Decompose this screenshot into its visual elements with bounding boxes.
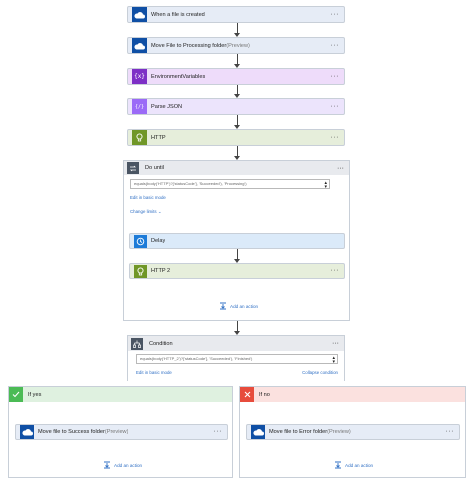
action-title: Move File to Processing folder(Preview) (151, 43, 250, 49)
if-yes-branch: If yes Move file to Success folder(Previ… (8, 386, 233, 478)
connector-arrow (234, 249, 240, 263)
if-yes-title: If yes (28, 391, 42, 398)
add-action-label: Add an action (345, 462, 374, 468)
add-action-label: Add an action (114, 462, 143, 468)
globe-icon (132, 130, 147, 145)
action-card-http[interactable]: HTTP ··· (127, 129, 345, 146)
action-title: HTTP 2 (151, 268, 171, 274)
cloud-icon (20, 425, 34, 439)
action-card-http-2[interactable]: HTTP 2 ··· (129, 263, 345, 279)
cloud-icon (132, 38, 147, 53)
add-action-icon (334, 461, 342, 469)
more-options-button[interactable]: ··· (214, 428, 223, 435)
action-card-delay[interactable]: Delay (129, 233, 345, 249)
action-title: EnvironmentVariables (151, 73, 206, 80)
do-until-container: Do until ··· equals(body('HTTP')?['statu… (123, 160, 350, 321)
action-card-move-to-success[interactable]: Move file to Success folder(Preview) ··· (15, 424, 228, 440)
if-yes-header[interactable]: If yes (9, 387, 232, 402)
if-no-title: If no (259, 391, 270, 398)
action-card-environment-variables[interactable]: {x} EnvironmentVariables ··· (127, 68, 345, 85)
globe-icon (134, 264, 147, 278)
add-action-label: Add an action (230, 303, 259, 309)
chevron-down-icon: ⌄ (157, 209, 162, 214)
loop-icon (127, 162, 139, 174)
condition-header[interactable]: Condition ··· (128, 336, 344, 351)
add-action-icon (103, 461, 111, 469)
more-options-button[interactable]: ··· (331, 267, 340, 274)
action-title: Move file to Success folder(Preview) (38, 429, 128, 435)
more-options-button[interactable]: ··· (446, 428, 455, 435)
cloud-icon (132, 7, 147, 22)
add-action-button[interactable]: Add an action (219, 302, 258, 310)
trigger-title: When a file is created (151, 11, 205, 18)
more-options-button[interactable]: ··· (337, 165, 344, 172)
trigger-card-when-file-created[interactable]: When a file is created ··· (127, 6, 345, 23)
more-options-button[interactable]: ··· (332, 340, 339, 347)
preview-tag: (Preview) (327, 429, 351, 435)
more-options-button[interactable]: ··· (331, 134, 340, 141)
action-title-text: Move File to Processing folder (151, 42, 227, 49)
more-options-button[interactable]: ··· (331, 73, 340, 80)
action-title: Delay (151, 238, 166, 244)
timer-icon (134, 234, 147, 248)
connector-arrow (234, 321, 240, 335)
connector-arrow (234, 115, 240, 129)
close-icon (240, 387, 254, 402)
action-card-parse-json[interactable]: {/} Parse JSON ··· (127, 98, 345, 115)
do-until-header[interactable]: Do until ··· (124, 161, 349, 175)
expression-stepper[interactable]: ▴ ▾ (324, 181, 327, 189)
more-options-button[interactable]: ··· (331, 11, 340, 18)
parse-json-icon: {/} (132, 99, 147, 114)
cloud-icon (251, 425, 265, 439)
action-title-text: Move file to Success folder (38, 429, 105, 435)
expression-stepper[interactable]: ▴ ▾ (332, 356, 335, 364)
action-title: HTTP (151, 134, 166, 141)
do-until-expression-field[interactable]: equals(body('HTTP')?['statusCode'], 'Suc… (130, 179, 330, 189)
connector-arrow (234, 54, 240, 68)
change-limits-text: Change limits (130, 209, 157, 214)
add-action-button[interactable]: Add an action (103, 461, 142, 469)
if-no-header[interactable]: If no (240, 387, 465, 402)
preview-tag: (Preview) (104, 429, 129, 435)
action-title: Parse JSON (151, 103, 183, 110)
condition-expression-field[interactable]: equals(body('HTTP_2')?['statusCode'], 'S… (136, 354, 338, 364)
condition-title: Condition (149, 340, 173, 347)
action-title-text: Move file to Error folder (269, 429, 328, 435)
curly-braces-icon: {x} (132, 69, 147, 84)
action-card-move-to-processing[interactable]: Move File to Processing folder(Preview) … (127, 37, 345, 54)
checkmark-icon (9, 387, 23, 402)
do-until-title: Do until (145, 165, 164, 171)
add-action-button[interactable]: Add an action (334, 461, 373, 469)
preview-tag: (Preview) (226, 42, 250, 49)
condition-icon (131, 337, 143, 350)
condition-container: Condition ··· equals(body('HTTP_2')?['st… (127, 335, 345, 381)
expression-text: equals(body('HTTP')?['statusCode'], 'Suc… (134, 181, 247, 186)
add-action-icon (219, 302, 227, 310)
more-options-button[interactable]: ··· (331, 103, 340, 110)
action-title: Move file to Error folder(Preview) (269, 429, 351, 435)
connector-arrow (234, 85, 240, 98)
change-limits-link[interactable]: Change limits ⌄ (130, 209, 162, 215)
action-card-move-to-error[interactable]: Move file to Error folder(Preview) ··· (246, 424, 460, 440)
more-options-button[interactable]: ··· (331, 42, 340, 49)
connector-arrow (234, 146, 240, 160)
if-no-branch: If no Move file to Error folder(Preview)… (239, 386, 466, 478)
collapse-condition-link[interactable]: Collapse condition (302, 370, 338, 375)
edit-basic-mode-link[interactable]: Edit in basic mode (136, 370, 172, 375)
connector-arrow (234, 23, 240, 37)
expression-text: equals(body('HTTP_2')?['statusCode'], 'S… (140, 356, 253, 361)
edit-basic-mode-link[interactable]: Edit in basic mode (130, 195, 166, 200)
